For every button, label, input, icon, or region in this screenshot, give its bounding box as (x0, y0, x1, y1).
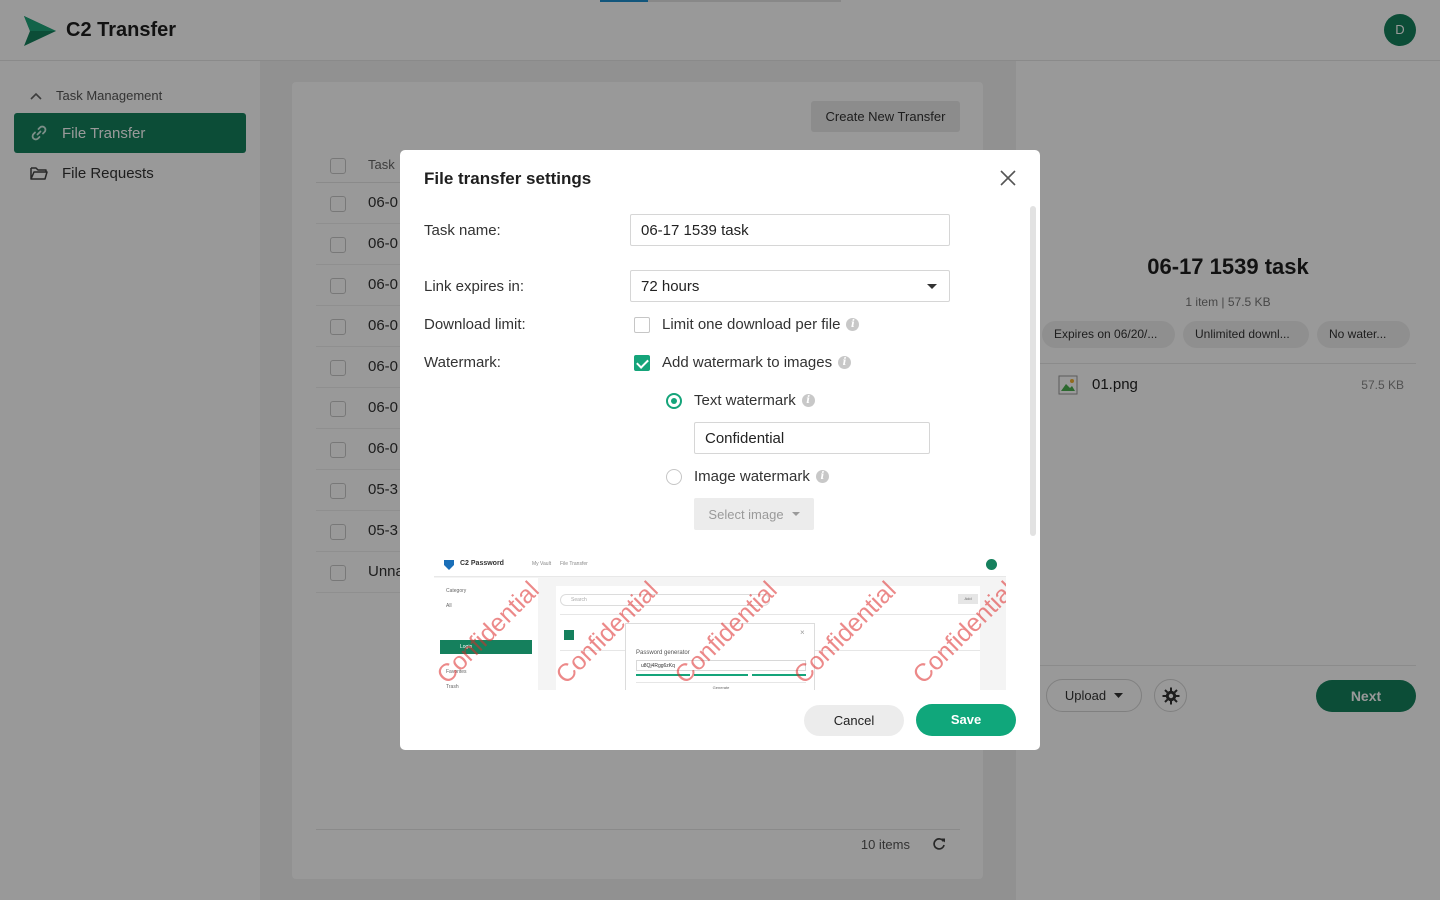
cancel-button[interactable]: Cancel (804, 705, 904, 736)
download-limit-option-label: Limit one download per file (662, 316, 841, 333)
preview-watermark-layer: Confidential Confidential Confidential C… (434, 553, 1006, 690)
link-expires-select[interactable]: 72 hours (630, 270, 950, 302)
select-image-button[interactable]: Select image (694, 498, 814, 530)
text-watermark-label: Text watermark (694, 392, 796, 409)
watermark-text: Confidential (907, 576, 1006, 690)
download-limit-label: Download limit: (424, 316, 526, 333)
select-image-label: Select image (708, 506, 784, 522)
dialog-title: File transfer settings (424, 169, 592, 188)
close-icon[interactable] (998, 168, 1018, 188)
caret-down-icon (791, 512, 800, 516)
watermark-label: Watermark: (424, 354, 501, 371)
watermark-option-label: Add watermark to images (662, 354, 833, 371)
image-watermark-label: Image watermark (694, 468, 810, 485)
task-name-input[interactable]: 06-17 1539 task (630, 214, 950, 246)
watermark-checkbox[interactable] (634, 354, 650, 371)
file-transfer-settings-dialog: File transfer settings Task name: 06-17 … (400, 150, 1040, 750)
caret-down-icon (927, 284, 937, 289)
download-limit-checkbox[interactable] (634, 316, 650, 333)
info-icon[interactable]: i (815, 470, 829, 483)
info-icon[interactable]: i (846, 318, 860, 331)
image-watermark-option[interactable]: Image watermark i (666, 468, 829, 485)
text-watermark-radio[interactable] (666, 392, 682, 409)
watermark-text: Confidential (550, 576, 664, 690)
watermark-text: Confidential (788, 576, 902, 690)
text-watermark-input[interactable]: Confidential (694, 422, 930, 454)
download-limit-option[interactable]: Limit one download per file i (634, 316, 860, 333)
info-icon[interactable]: i (801, 394, 815, 407)
watermark-text: Confidential (669, 576, 783, 690)
link-expires-label: Link expires in: (424, 278, 525, 295)
info-icon[interactable]: i (838, 356, 852, 369)
image-watermark-radio[interactable] (666, 468, 682, 485)
dialog-scrollbar[interactable] (1030, 206, 1036, 536)
text-watermark-option[interactable]: Text watermark i (666, 392, 815, 409)
save-button[interactable]: Save (916, 704, 1016, 736)
link-expires-value: 72 hours (641, 277, 700, 295)
watermark-text: Confidential (434, 576, 545, 690)
watermark-preview: C2 Password My Vault File Transfer Categ… (434, 553, 1006, 690)
task-name-label: Task name: (424, 222, 501, 239)
watermark-option[interactable]: Add watermark to images i (634, 354, 852, 371)
